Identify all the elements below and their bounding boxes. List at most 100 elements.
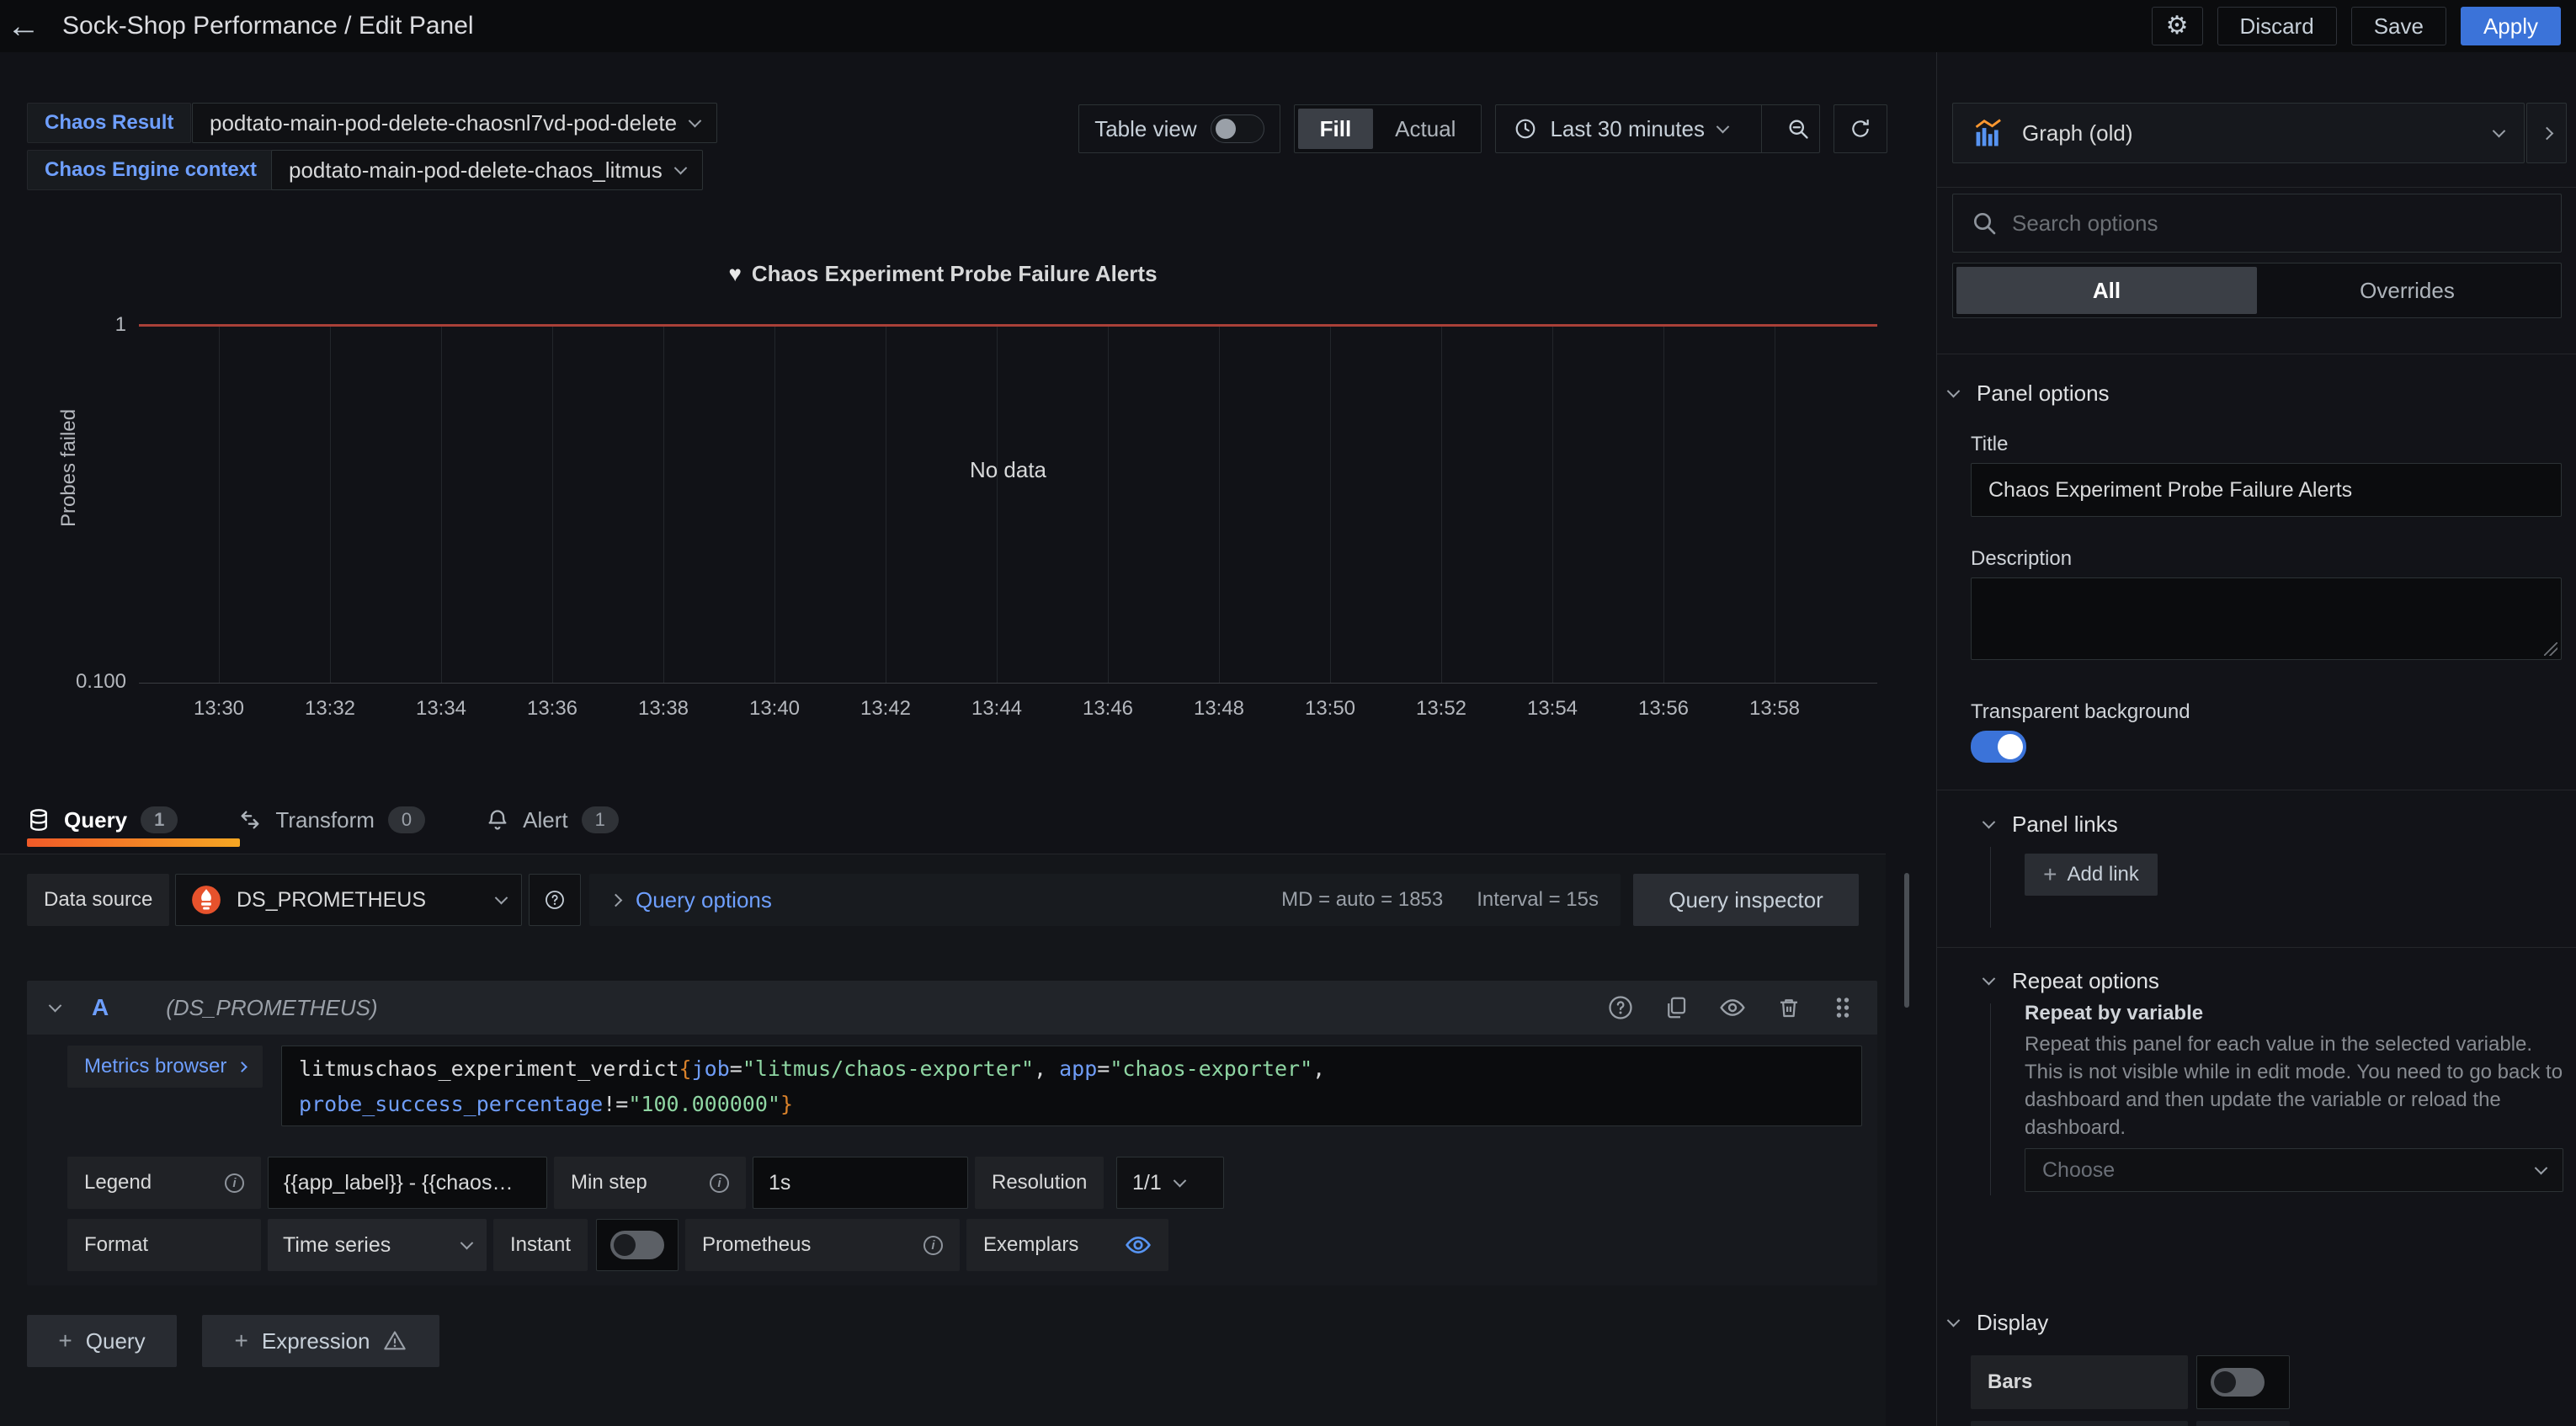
filter-overrides-segment[interactable]: Overrides [2257,267,2557,314]
plus-icon: + [2043,861,2057,888]
variable-label-chaos-engine: Chaos Engine context [27,150,274,190]
promql-token: probe_success_percentage [299,1092,603,1116]
transparent-bg-label: Transparent background [1971,700,2190,724]
tab-alert[interactable]: Alert 1 [486,806,619,833]
fill-actual-segmented: Fill Actual [1294,104,1482,153]
legend-input[interactable] [268,1157,547,1209]
tab-query[interactable]: Query 1 [27,806,178,833]
query-inspector-button[interactable]: Query inspector [1633,874,1859,926]
section-panel-options[interactable]: Panel options [1949,380,2110,407]
add-expression-button[interactable]: + Expression [202,1315,439,1367]
visualization-picker[interactable]: Graph (old) [1952,103,2525,163]
toggle-viz-picker-button[interactable] [2526,103,2567,163]
panel-description-textarea[interactable] [1971,577,2562,660]
section-repeat-options[interactable]: Repeat options [1984,968,2159,994]
refresh-button[interactable] [1834,104,1887,153]
clock-icon [1514,118,1536,140]
variable-select-chaos-engine[interactable]: podtato-main-pod-delete-chaos_litmus [271,150,703,190]
variable-select-chaos-result[interactable]: podtato-main-pod-delete-chaosnl7vd-pod-d… [192,103,717,143]
query-row-datasource: (DS_PROMETHEUS) [166,995,377,1021]
promql-token: != [603,1092,628,1116]
resolution-select[interactable]: 1/1 [1116,1157,1224,1209]
prometheus-icon [191,885,221,915]
bars-toggle[interactable] [2211,1368,2265,1397]
instant-field-label: Instant [493,1219,588,1271]
promql-token: } [780,1092,793,1116]
button-label: Add link [2067,863,2138,886]
query-options-toggle[interactable]: Query options [636,887,772,913]
save-button[interactable]: Save [2351,7,2446,45]
promql-expression[interactable]: litmuschaos_experiment_verdict{job="litm… [281,1046,1862,1126]
zoom-out-button[interactable] [1777,117,1819,141]
edit-panel-main: Chaos Result podtato-main-pod-delete-cha… [0,52,1936,1426]
back-arrow-icon[interactable]: ← [0,0,47,52]
format-select[interactable]: Time series [268,1219,487,1271]
x-axis-tick-label: 13:56 [1638,697,1689,721]
instant-toggle[interactable] [610,1231,664,1259]
section-display[interactable]: Display [1949,1310,2048,1336]
tab-transform[interactable]: Transform 0 [238,806,425,833]
drag-handle-icon[interactable] [1832,995,1854,1020]
panel-options-sidebar: Graph (old) All Overrides Panel options … [1936,52,2576,1426]
trash-icon[interactable] [1776,995,1802,1020]
min-step-field-label: Min step i [554,1157,746,1209]
repeat-variable-select[interactable]: Choose [2025,1148,2563,1192]
prometheus-field-label: Prometheus i [685,1219,960,1271]
resize-grip[interactable] [2544,642,2557,656]
promql-token: , [1312,1056,1325,1081]
topbar-actions: ⚙ Discard Save Apply [2152,7,2576,45]
fill-segment[interactable]: Fill [1298,109,1374,149]
gridline [1219,326,1220,683]
search-options-input[interactable] [1952,194,2562,253]
y-axis-title: Probes failed [57,384,81,552]
plot-area[interactable]: No data [139,324,1877,684]
transparent-bg-toggle[interactable] [1971,731,2026,763]
info-icon[interactable]: i [225,1173,244,1193]
datasource-label: Data source [27,874,169,926]
eye-icon[interactable] [1719,994,1746,1021]
options-filter-segmented: All Overrides [1952,263,2562,318]
time-range-picker[interactable]: Last 30 minutes [1496,116,1746,142]
chevron-right-icon [2540,126,2553,140]
tab-label: Query [64,807,127,833]
editor-tabs: Query 1 Transform 0 Alert 1 [27,801,619,838]
tab-count: 1 [141,806,178,833]
x-axis-tick-label: 13:30 [194,697,244,721]
x-axis-tick-label: 13:44 [971,697,1022,721]
section-panel-links[interactable]: Panel links [1984,811,2118,838]
scrollbar-thumb[interactable] [1904,873,1909,1008]
help-icon[interactable] [1608,995,1633,1020]
datasource-help-button[interactable] [529,874,581,926]
panel-title-header[interactable]: ♥Chaos Experiment Probe Failure Alerts [0,261,1886,287]
gridline [552,326,553,683]
tab-label: Alert [523,807,567,833]
variable-label-chaos-result: Chaos Result [27,103,191,143]
section-heading: Display [1977,1310,2048,1336]
info-icon[interactable]: i [923,1236,943,1255]
promql-token: = [730,1056,742,1081]
min-step-input[interactable] [753,1157,968,1209]
actual-segment[interactable]: Actual [1373,109,1477,149]
gridline [774,326,775,683]
apply-button[interactable]: Apply [2461,7,2561,45]
add-query-button[interactable]: + Query [27,1315,177,1367]
query-row-header[interactable]: A (DS_PROMETHEUS) [27,981,1877,1035]
metrics-browser-button[interactable]: Metrics browser [67,1046,263,1088]
filter-all-segment[interactable]: All [1956,267,2257,314]
info-icon[interactable]: i [710,1173,729,1193]
panel-title-input[interactable] [1971,463,2562,517]
query-ref-id: A [92,994,109,1021]
add-link-button[interactable]: + Add link [2025,854,2158,896]
label-text: Resolution [992,1171,1087,1195]
promql-token: job [692,1056,730,1081]
chart-title-text: Chaos Experiment Probe Failure Alerts [752,261,1158,286]
copy-icon[interactable] [1663,995,1689,1020]
section-heading: Panel links [2012,811,2118,838]
datasource-picker[interactable]: DS_PROMETHEUS [175,874,522,926]
active-tab-underline [27,838,240,847]
discard-button[interactable]: Discard [2217,7,2337,45]
variable-value: podtato-main-pod-delete-chaosnl7vd-pod-d… [210,110,677,136]
panel-settings-button[interactable]: ⚙ [2152,7,2203,45]
table-view-toggle[interactable] [1211,114,1264,143]
exemplars-eye-icon[interactable] [1125,1232,1152,1258]
